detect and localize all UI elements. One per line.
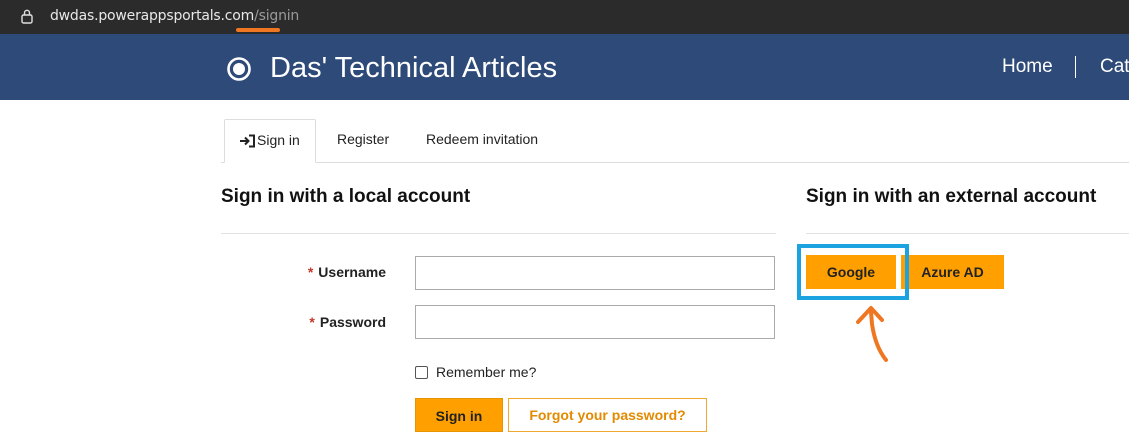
external-divider: [806, 233, 1129, 234]
url-domain: dwdas.powerappsportals.com: [50, 8, 255, 24]
local-account-heading: Sign in with a local account: [221, 186, 471, 207]
local-divider: [221, 233, 776, 234]
logo-icon[interactable]: [226, 56, 252, 82]
tab-sign-in[interactable]: Sign in: [224, 119, 316, 163]
external-account-heading: Sign in with an external account: [806, 186, 1097, 207]
password-label-text: Password: [319, 314, 386, 330]
remember-me[interactable]: Remember me?: [415, 364, 536, 380]
forgot-password-button[interactable]: Forgot your password?: [508, 398, 707, 432]
azure-ad-sign-in-button[interactable]: Azure AD: [901, 255, 1004, 289]
nav-categories-link[interactable]: Cat: [1100, 56, 1129, 78]
tab-redeem-invitation[interactable]: Redeem invitation: [426, 119, 538, 163]
site-title[interactable]: Das' Technical Articles: [270, 52, 557, 85]
required-marker: *: [309, 314, 315, 330]
lock-icon: [21, 9, 33, 24]
username-label: * Username: [300, 264, 386, 280]
url-path: /signin: [254, 8, 300, 24]
tab-sign-in-label: Sign in: [257, 132, 300, 148]
browser-address-bar[interactable]: dwdas.powerappsportals.com/signin: [0, 0, 1129, 34]
nav-home-link[interactable]: Home: [1002, 56, 1053, 78]
sign-in-icon: [240, 134, 255, 148]
sign-in-button[interactable]: Sign in: [415, 398, 503, 432]
annotation-underline: [236, 28, 280, 32]
password-label: * Password: [300, 314, 386, 330]
username-label-text: Username: [318, 264, 386, 280]
nav-separator: [1075, 56, 1076, 78]
annotation-arrow-icon: [856, 306, 888, 362]
required-marker: *: [307, 264, 314, 280]
password-input[interactable]: [415, 305, 775, 339]
site-header: Das' Technical Articles Home Cat: [0, 34, 1129, 100]
username-input[interactable]: [415, 256, 775, 290]
remember-me-label: Remember me?: [436, 364, 537, 380]
annotation-highlight-box: [797, 244, 909, 300]
url-text[interactable]: dwdas.powerappsportals.com/signin: [50, 8, 299, 24]
remember-me-checkbox[interactable]: [415, 366, 428, 379]
tab-register[interactable]: Register: [337, 119, 389, 163]
